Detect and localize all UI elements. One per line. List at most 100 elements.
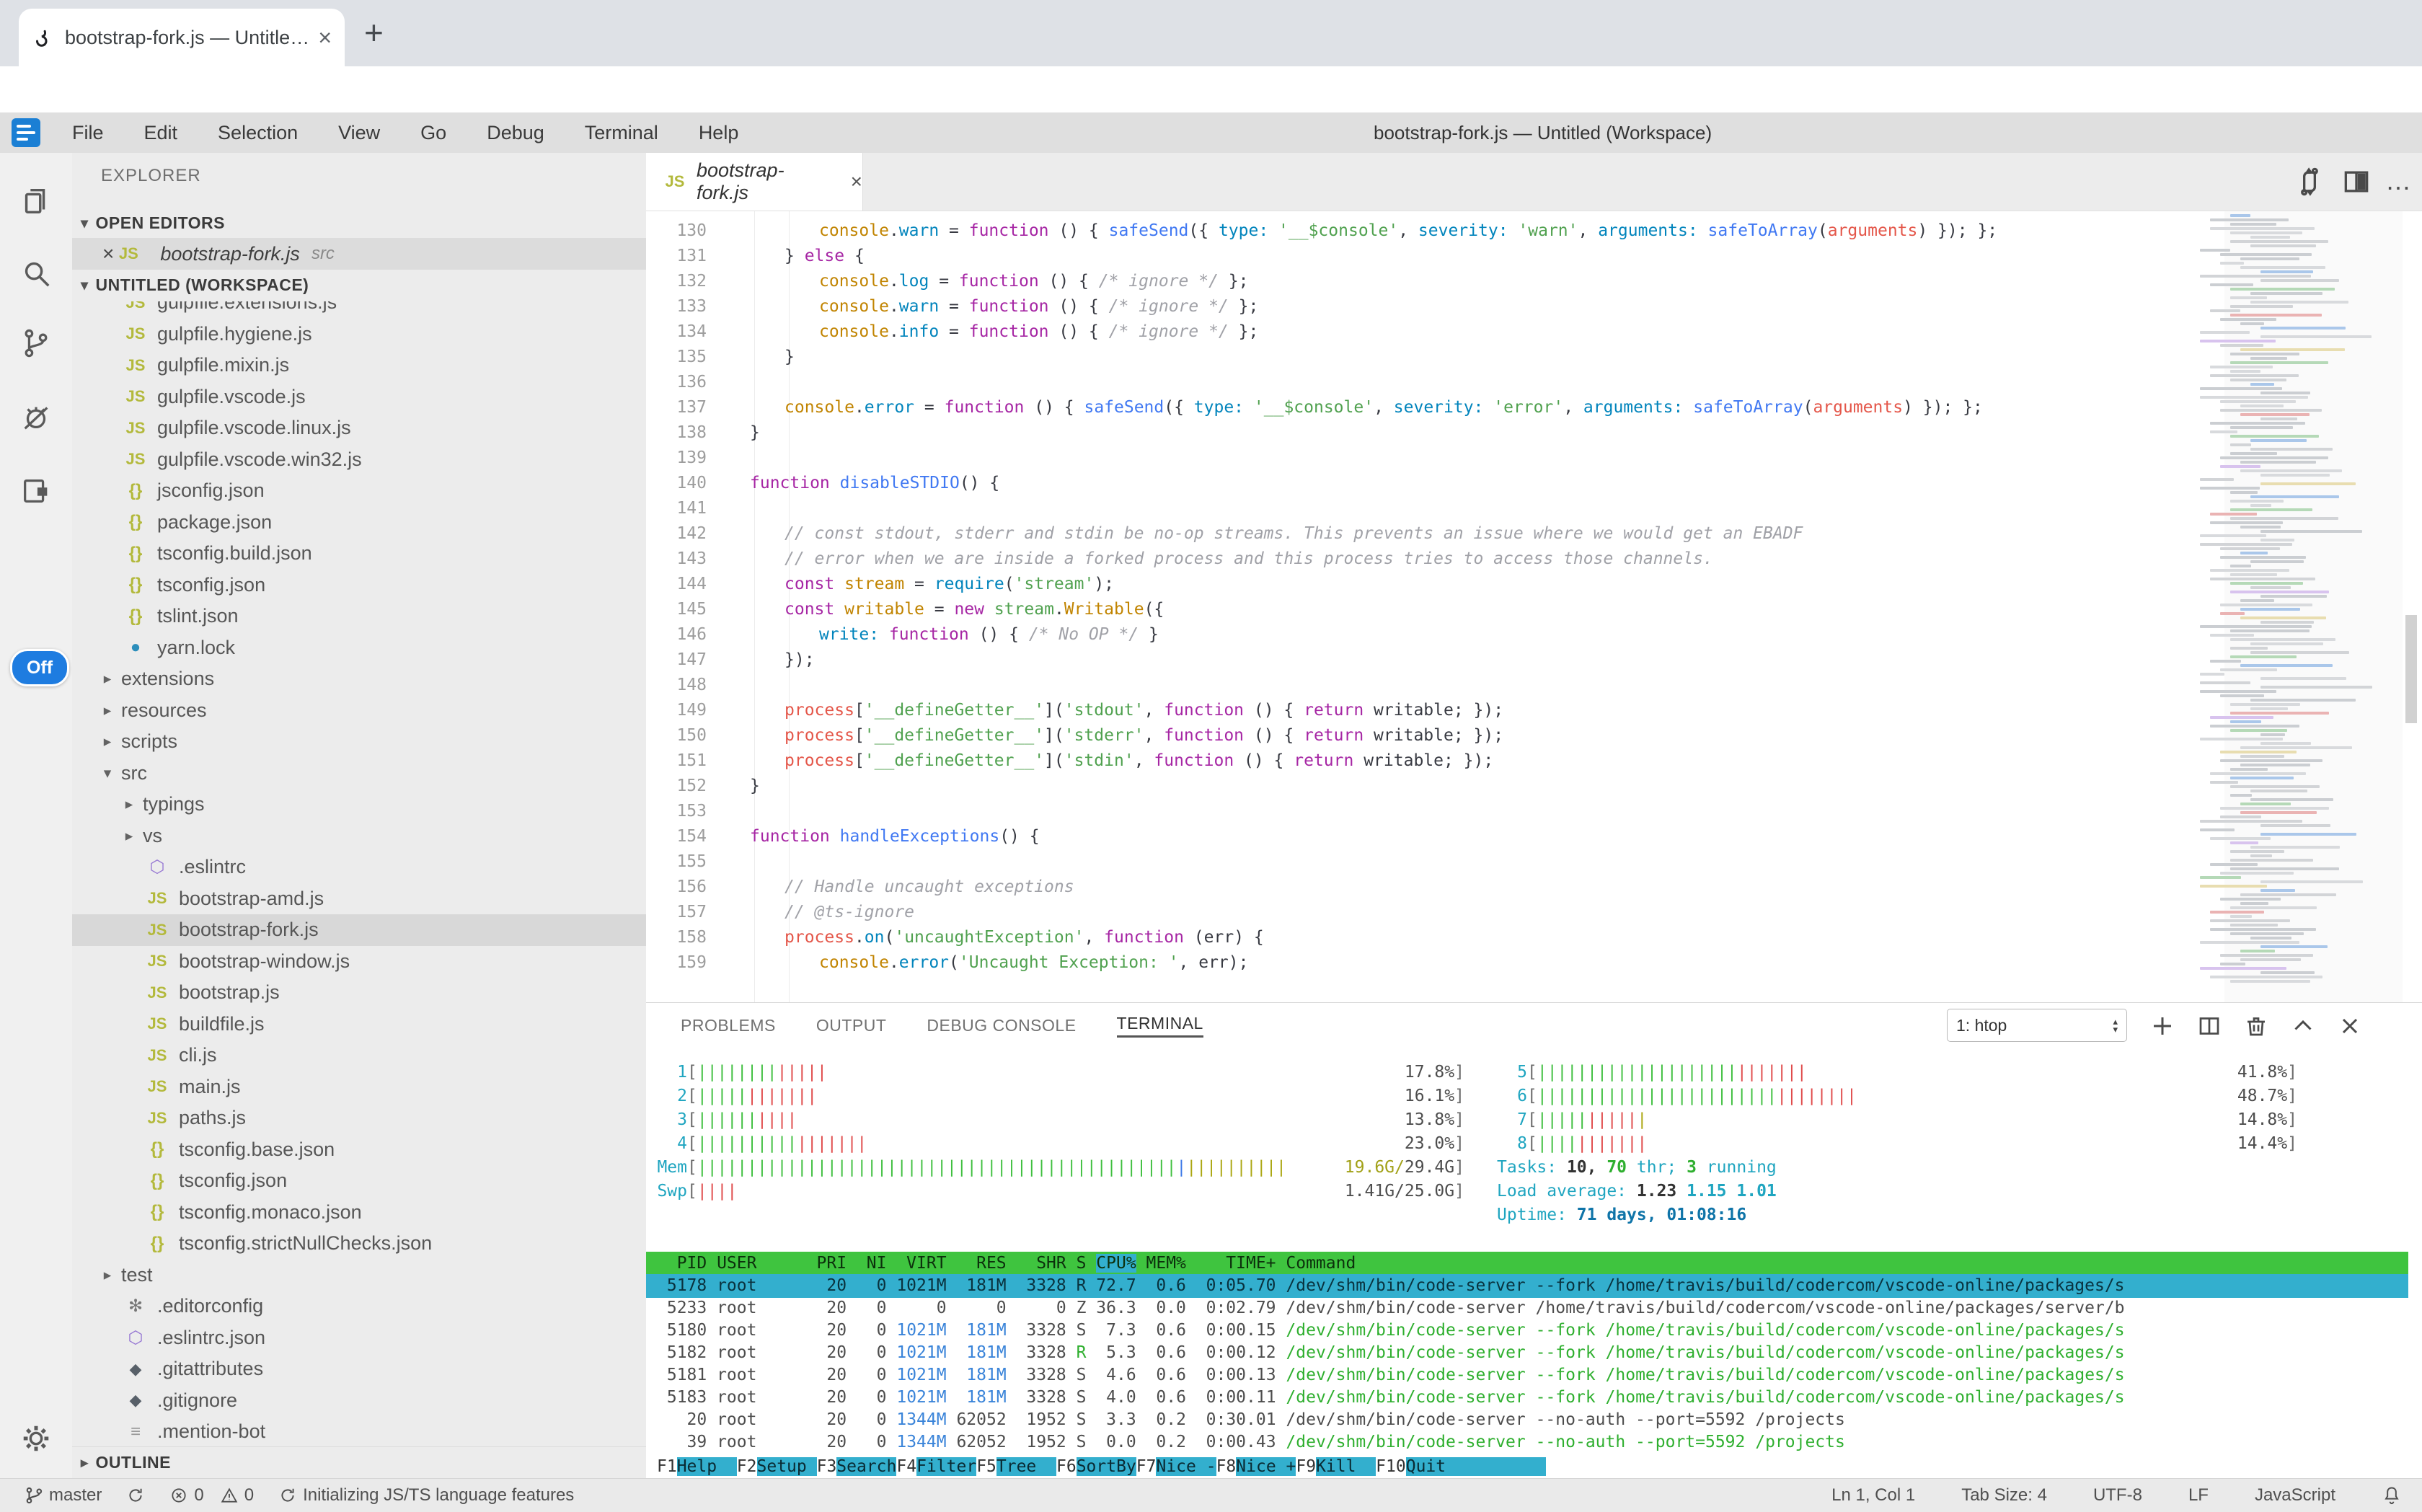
git-branch-item[interactable]: master (25, 1485, 102, 1506)
code-editor[interactable]: 130console.warn = function () { safeSend… (646, 211, 2422, 1002)
problems-item[interactable]: 0 0 (169, 1485, 254, 1506)
editor-scrollbar[interactable] (2405, 615, 2417, 723)
tab-close-icon[interactable]: × (318, 26, 332, 49)
explorer-icon[interactable] (19, 185, 53, 218)
process-row[interactable]: 5180 root 20 0 1021M 181M 3328 S 7.3 0.6… (646, 1319, 2408, 1343)
file-row[interactable]: ▸scripts (72, 726, 646, 758)
file-row[interactable]: JSbootstrap-amd.js (72, 883, 646, 915)
workspace-section[interactable]: ▾ UNTITLED (WORKSPACE) (72, 270, 646, 300)
file-row[interactable]: {}tsconfig.json (72, 1165, 646, 1197)
file-row[interactable]: JSbuildfile.js (72, 1009, 646, 1040)
htop-table-header[interactable]: PID USER PRI NI VIRT RES SHR S CPU% MEM%… (646, 1252, 2408, 1276)
menu-file[interactable]: File (72, 122, 104, 144)
file-row[interactable]: ◆.gitattributes (72, 1353, 646, 1385)
file-row[interactable]: {}tslint.json (72, 601, 646, 632)
file-row[interactable]: JSbootstrap-fork.js (72, 914, 646, 946)
new-terminal-icon[interactable] (2149, 1013, 2175, 1039)
maximize-panel-icon[interactable] (2290, 1013, 2316, 1039)
file-row[interactable]: JSbootstrap-window.js (72, 946, 646, 978)
file-row[interactable]: ≡.mention-bot (72, 1416, 646, 1446)
process-row[interactable]: 5178 root 20 0 1021M 181M 3328 R 72.7 0.… (646, 1274, 2408, 1298)
file-row[interactable]: {}tsconfig.json (72, 570, 646, 601)
settings-gear-icon[interactable] (19, 1422, 53, 1455)
process-row[interactable]: 5181 root 20 0 1021M 181M 3328 S 4.6 0.6… (646, 1363, 2408, 1387)
panel-tab-debug-console[interactable]: DEBUG CONSOLE (927, 1016, 1076, 1035)
htop-fnkey-bar[interactable]: F1Help F2Setup F3SearchF4FilterF5Tree F6… (657, 1455, 1546, 1479)
toggle-diff-icon[interactable] (2294, 166, 2325, 198)
file-row[interactable]: {}tsconfig.monaco.json (72, 1197, 646, 1229)
file-row[interactable]: ⬡.eslintrc.json (72, 1322, 646, 1354)
menu-terminal[interactable]: Terminal (585, 122, 658, 144)
search-icon[interactable] (19, 257, 53, 290)
menu-go[interactable]: Go (420, 122, 446, 144)
process-row[interactable]: 20 root 20 0 1344M 62052 1952 S 3.3 0.2 … (646, 1408, 2408, 1432)
debug-disabled-icon[interactable] (19, 401, 53, 434)
more-actions-icon[interactable]: … (2385, 166, 2417, 198)
source-control-icon[interactable] (19, 327, 53, 360)
bottom-panel: PROBLEMS OUTPUT DEBUG CONSOLE TERMINAL 1: h… (646, 1002, 2422, 1479)
split-editor-icon[interactable] (2341, 166, 2372, 198)
close-icon[interactable]: × (851, 170, 862, 193)
file-row[interactable]: {}tsconfig.build.json (72, 538, 646, 570)
file-row[interactable]: ●yarn.lock (72, 632, 646, 664)
file-row[interactable]: JSgulpfile.hygiene.js (72, 319, 646, 350)
file-row[interactable]: JSgulpfile.vscode.js (72, 381, 646, 413)
minimap[interactable] (2224, 211, 2403, 1002)
process-row[interactable]: 5182 root 20 0 1021M 181M 3328 R 5.3 0.6… (646, 1341, 2408, 1365)
file-row[interactable]: ▸test (72, 1260, 646, 1291)
panel-tab-output[interactable]: OUTPUT (816, 1016, 887, 1035)
file-row[interactable]: JScli.js (72, 1040, 646, 1071)
file-row[interactable]: JSgulpfile.mixin.js (72, 350, 646, 381)
file-row[interactable]: ▾src (72, 758, 646, 790)
editor-tab-active[interactable]: JS bootstrap-fork.js × (646, 153, 863, 211)
menu-edit[interactable]: Edit (144, 122, 178, 144)
open-editor-item[interactable]: × JS bootstrap-fork.js src (72, 238, 646, 270)
split-terminal-icon[interactable] (2196, 1013, 2222, 1039)
file-row[interactable]: ▸typings (72, 789, 646, 821)
file-row[interactable]: ▸extensions (72, 663, 646, 695)
file-row[interactable]: JSpaths.js (72, 1102, 646, 1134)
process-row[interactable]: 5183 root 20 0 1021M 181M 3328 S 4.0 0.6… (646, 1386, 2408, 1410)
status-utf-8[interactable]: UTF-8 (2093, 1485, 2142, 1506)
extensions-icon[interactable] (19, 474, 53, 507)
browser-tab[interactable]: bootstrap-fork.js — Untitled (W × (19, 9, 345, 66)
file-row[interactable]: JSbootstrap.js (72, 977, 646, 1009)
off-toggle-badge[interactable]: Off (10, 649, 69, 686)
panel-tab-terminal[interactable]: TERMINAL (1117, 1014, 1203, 1038)
sync-icon[interactable] (126, 1486, 145, 1505)
process-row[interactable]: 39 root 20 0 1344M 62052 1952 S 0.0 0.2 … (646, 1431, 2408, 1454)
notifications-bell-icon[interactable] (2382, 1485, 2402, 1506)
menu-help[interactable]: Help (699, 122, 739, 144)
file-row[interactable]: JSmain.js (72, 1071, 646, 1103)
file-row[interactable]: ✻.editorconfig (72, 1291, 646, 1322)
menu-debug[interactable]: Debug (487, 122, 544, 144)
file-row[interactable]: {}package.json (72, 507, 646, 539)
close-panel-icon[interactable] (2337, 1013, 2363, 1039)
menu-view[interactable]: View (338, 122, 380, 144)
panel-tab-problems[interactable]: PROBLEMS (681, 1016, 776, 1035)
file-row[interactable]: {}jsconfig.json (72, 475, 646, 507)
process-row[interactable]: 5233 root 20 0 0 0 0 Z 36.3 0.0 0:02.79 … (646, 1296, 2408, 1320)
file-row[interactable]: {}tsconfig.strictNullChecks.json (72, 1228, 646, 1260)
terminal-select[interactable]: 1: htop ▴▾ (1947, 1009, 2127, 1042)
terminal-htop[interactable]: 1[|||||||||||||17.8%]2[||||||||||||16.1%… (646, 1048, 2422, 1479)
status-ln-1-col-1[interactable]: Ln 1, Col 1 (1831, 1485, 1915, 1506)
status-lf[interactable]: LF (2188, 1485, 2209, 1506)
code-line: 142// const stdout, stderr and stdin be … (646, 521, 2218, 547)
status-tab-size-4[interactable]: Tab Size: 4 (1961, 1485, 2047, 1506)
file-row[interactable]: JSgulpfile.extensions.js (72, 301, 646, 319)
file-row[interactable]: JSgulpfile.vscode.linux.js (72, 412, 646, 444)
outline-section[interactable]: ▸ OUTLINE (72, 1446, 646, 1478)
new-tab-button[interactable]: + (364, 16, 384, 49)
status-javascript[interactable]: JavaScript (2255, 1485, 2335, 1506)
file-row[interactable]: ▸resources (72, 695, 646, 727)
file-row[interactable]: ⬡.eslintrc (72, 852, 646, 883)
file-row[interactable]: ◆.gitignore (72, 1385, 646, 1417)
open-editors-section[interactable]: ▾ OPEN EDITORS (72, 208, 646, 238)
file-row[interactable]: {}tsconfig.base.json (72, 1134, 646, 1166)
menu-selection[interactable]: Selection (218, 122, 298, 144)
file-row[interactable]: ▸vs (72, 821, 646, 852)
close-icon[interactable]: × (102, 242, 114, 265)
file-row[interactable]: JSgulpfile.vscode.win32.js (72, 444, 646, 476)
kill-terminal-icon[interactable] (2243, 1013, 2269, 1039)
